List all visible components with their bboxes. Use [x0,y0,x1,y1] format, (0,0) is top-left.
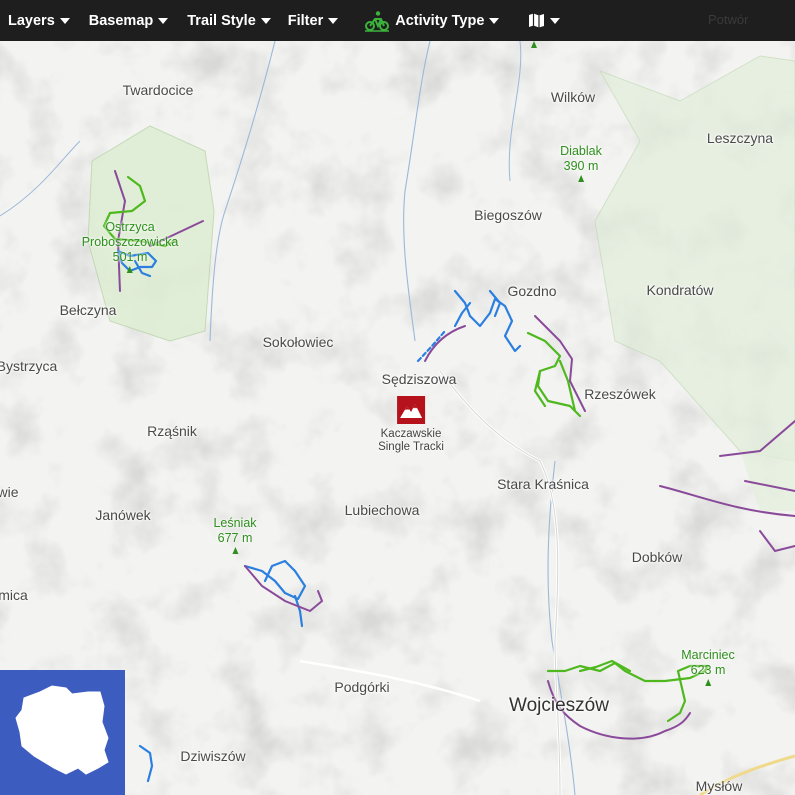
peak-diablak: Diablak 390 m [560,144,602,182]
place-label: Lubiechowa [344,502,420,518]
peak-elevation: 390 m [563,159,599,173]
poi-label-line2: Single Tracki [378,441,444,453]
caret-down-icon [550,18,561,24]
poland-outline-icon [15,685,109,775]
caret-down-icon [158,18,169,24]
overview-minimap[interactable] [0,670,125,795]
caret-down-icon [489,18,500,24]
place-label: Janówek [95,507,151,523]
peak-name: Marciniec [681,648,735,662]
peak-triangle-icon [705,679,711,686]
caret-down-icon [328,18,339,24]
activity-type-menu[interactable]: Activity Type [345,0,506,41]
poi-label-line1: Kaczawskie [380,428,442,440]
layers-menu[interactable]: Layers [0,0,77,41]
map-menu[interactable] [506,0,567,41]
bike-icon [365,10,390,32]
map-icon [529,13,545,28]
peak-marciniec: Marciniec 623 m [681,648,735,686]
place-label: Mysłów [695,778,743,794]
place-label: Gozdno [507,283,557,299]
peak-name: Diablak [560,144,602,158]
place-label-town: Wojcieszów [509,695,609,716]
mountain-badge-icon [397,396,425,424]
place-label: Podgórki [334,679,390,695]
peak-triangle-icon [531,41,537,48]
basemap-label: Basemap [88,12,154,29]
place-label: Rząśnik [147,423,197,439]
filter-menu[interactable]: Filter [278,0,345,41]
place-label: mica [0,587,28,603]
peak-marker [531,41,537,48]
caret-down-icon [59,18,70,24]
peak-ostrzyca: Ostrzyca Proboszczowicka 501 m [81,220,179,273]
peak-triangle-icon [126,266,133,273]
trail-style-label: Trail Style [187,12,256,29]
activity-type-label: Activity Type [395,12,485,29]
place-label: Sędziszowa [381,371,457,387]
filter-label: Filter [287,12,324,29]
place-label: Dobków [631,549,683,565]
place-label: Twardocice [122,82,194,98]
trail-style-menu[interactable]: Trail Style [175,0,278,41]
place-label: wie [0,484,19,500]
place-label: Wilków [550,89,596,105]
peak-name: Leśniak [213,516,257,530]
peak-name-line2: Proboszczowicka [81,235,179,249]
place-label: Sokołowiec [262,334,334,350]
layers-label: Layers [8,12,55,29]
basemap-menu[interactable]: Basemap [77,0,175,41]
peak-elevation: 501 m [112,250,148,264]
peak-elevation: 677 m [217,531,253,545]
caret-down-icon [260,18,271,24]
place-label: Biegoszów [474,207,542,223]
place-label: Dziwiszów [180,748,246,764]
place-label: Leszczyna [706,130,774,146]
peak-lesniak: Leśniak 677 m [213,516,257,554]
faded-toolbar-text: Potwór [708,12,749,27]
place-label: Kondratów [646,282,714,298]
place-label: Rzeszówek [584,386,656,402]
place-label: Bystrzyca [0,358,58,374]
place-label: Stara Kraśnica [497,476,589,492]
peak-elevation: 623 m [690,663,726,677]
peak-name: Ostrzyca [105,220,155,234]
peak-triangle-icon [578,175,584,182]
place-label: Bełczyna [59,302,117,318]
map-canvas[interactable]: Twardocice Wilków Leszczyna Biegoszów Go… [0,41,795,795]
peak-triangle-icon [232,547,238,554]
poi-kaczawskie-single-tracki[interactable]: Kaczawskie Single Tracki [378,396,444,454]
toolbar: Layers Basemap Trail Style Filter Activi… [0,0,795,41]
